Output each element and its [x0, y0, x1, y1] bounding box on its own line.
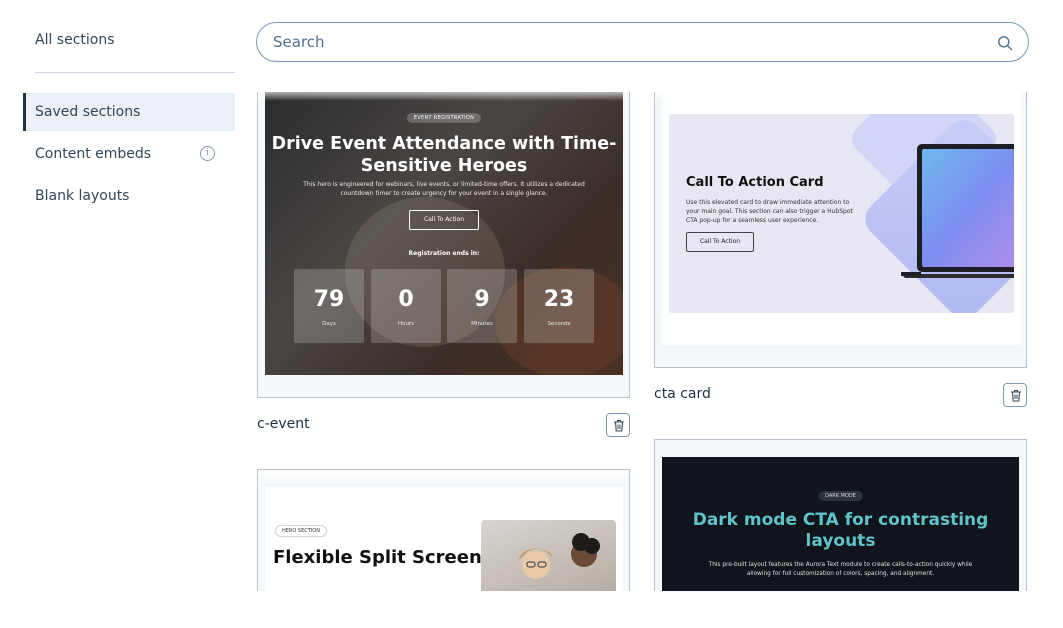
- sidebar-item-content-embeds[interactable]: Content embeds i: [23, 135, 235, 173]
- sections-grid: EVENT REGISTRATION Drive Event Attendanc…: [245, 92, 1063, 591]
- section-preview: HERO SECTION Flexible Split Screen Hero: [265, 487, 623, 591]
- trash-icon: [614, 419, 624, 432]
- search-bar: [256, 22, 1029, 62]
- preview-description: This pre-built layout features the Auror…: [708, 562, 973, 577]
- trash-icon: [1011, 389, 1021, 402]
- delete-button[interactable]: [606, 413, 630, 437]
- preview-title: Drive Event Attendance with Time-Sensiti…: [271, 134, 617, 176]
- preview-title: Call To Action Card: [686, 175, 824, 190]
- info-icon[interactable]: i: [200, 146, 215, 161]
- sidebar-item-label: Content embeds: [35, 146, 152, 162]
- preview-cta-button: Call To Action: [686, 232, 754, 252]
- preview-description: Use this elevated card to draw immediate…: [686, 199, 853, 224]
- preview-badge: HERO SECTION: [275, 525, 327, 537]
- search-icon[interactable]: [997, 35, 1013, 51]
- sidebar-item-label: Blank layouts: [35, 188, 130, 204]
- section-card-c-event[interactable]: EVENT REGISTRATION Drive Event Attendanc…: [257, 92, 630, 398]
- countdown-hours: 0 Hours: [371, 269, 441, 343]
- preview-badge: DARK MODE: [818, 491, 863, 501]
- countdown-label: Registration ends in:: [408, 250, 480, 257]
- countdown-seconds: 23 Seconds: [524, 269, 594, 343]
- section-preview: Call To Action Card Use this elevated ca…: [662, 92, 1021, 345]
- section-card-hero[interactable]: HERO SECTION Flexible Split Screen Hero: [257, 469, 630, 591]
- sidebar-item-label: Saved sections: [35, 104, 141, 120]
- hero-photo: [481, 520, 616, 591]
- people-image: [519, 533, 600, 579]
- sidebar-divider: [35, 72, 235, 73]
- search-input[interactable]: [273, 23, 973, 61]
- all-sections-link[interactable]: All sections: [35, 32, 115, 48]
- countdown-days: 79 Days: [294, 269, 364, 343]
- laptop-image: [901, 144, 1014, 278]
- sidebar-item-blank-layouts[interactable]: Blank layouts: [23, 177, 235, 215]
- section-preview: EVENT REGISTRATION Drive Event Attendanc…: [265, 92, 623, 375]
- preview-cta-button: Call To Action: [409, 210, 479, 230]
- section-card-dark-mode[interactable]: DARK MODE Dark mode CTA for contrasting …: [654, 439, 1027, 591]
- countdown-minutes: 9 Minutes: [447, 269, 517, 343]
- section-card-cta-card[interactable]: Call To Action Card Use this elevated ca…: [654, 92, 1027, 368]
- section-preview: DARK MODE Dark mode CTA for contrasting …: [662, 457, 1019, 591]
- section-name: c-event: [257, 416, 310, 432]
- sidebar-item-saved-sections[interactable]: Saved sections: [23, 93, 235, 131]
- preview-description: This hero is engineered for webinars, li…: [303, 181, 585, 197]
- sidebar: All sections Saved sections Content embe…: [0, 0, 245, 628]
- delete-button[interactable]: [1003, 383, 1027, 407]
- preview-badge: EVENT REGISTRATION: [406, 113, 482, 123]
- section-name: cta card: [654, 386, 711, 402]
- preview-title: Dark mode CTA for contrasting layouts: [692, 510, 989, 551]
